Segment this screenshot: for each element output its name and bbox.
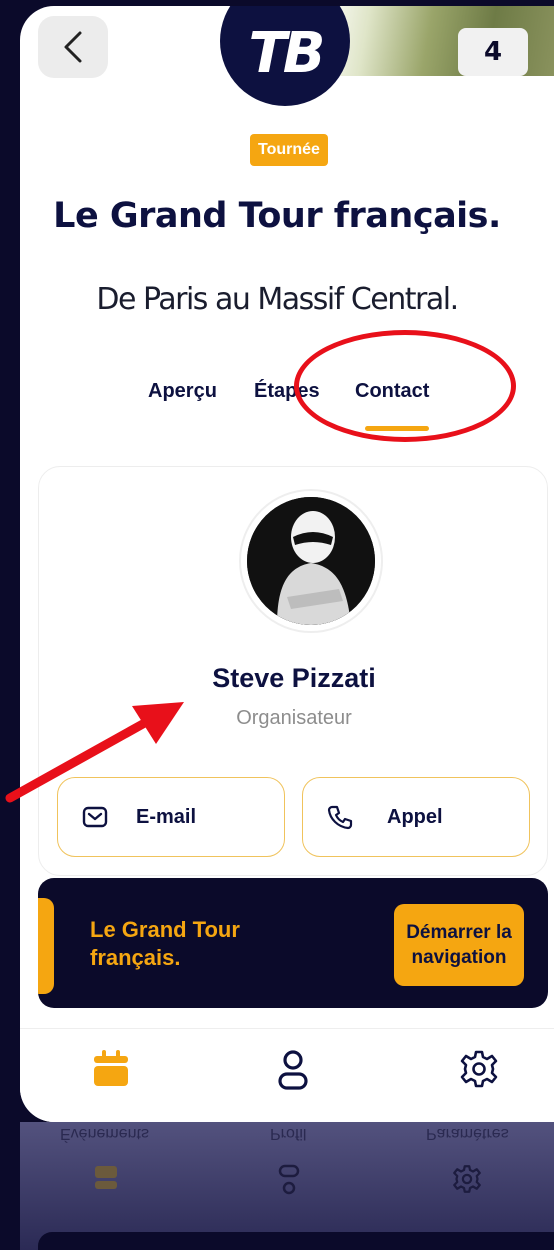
tabbar-item-events[interactable]: Événements <box>36 1049 186 1122</box>
reflection-label-settings: Paramètres <box>426 1125 509 1142</box>
banner-event-title: Le Grand Tour français. <box>90 917 240 970</box>
brand-logo: TB <box>220 6 350 106</box>
calendar-icon <box>94 1050 128 1086</box>
contact-card: Steve Pizzati Organisateur E-mail Appel <box>38 466 548 876</box>
reflection-label-profile: Profil <box>270 1125 307 1142</box>
app-screen: 4 TB Tournée Le Grand Tour français. De … <box>20 6 554 1122</box>
email-button[interactable]: E-mail <box>57 777 285 857</box>
event-tabs: Aperçu Étapes Contact <box>20 380 534 440</box>
call-button-label: Appel <box>387 805 443 828</box>
event-subtitle: De Paris au Massif Central. <box>96 282 459 317</box>
reflected-gear-icon <box>453 1165 481 1193</box>
reflected-calendar-icon <box>95 1166 117 1189</box>
tabbar-item-profile[interactable]: Profil <box>218 1049 368 1122</box>
count-badge: 4 <box>458 28 528 76</box>
phone-icon <box>327 805 353 830</box>
tabbar-item-settings[interactable]: Paramètres <box>404 1049 554 1122</box>
reflected-user-icon <box>278 1164 300 1195</box>
back-button[interactable] <box>38 16 108 78</box>
contact-role: Organisateur <box>236 707 352 729</box>
start-navigation-button[interactable]: Démarrer la navigation <box>394 904 524 986</box>
reflection-label-events: Événements <box>60 1125 149 1142</box>
tab-contact[interactable]: Contact <box>355 380 429 403</box>
email-button-label: E-mail <box>136 805 197 828</box>
screen-reflection: Événements Profil Paramètres <box>20 1122 554 1250</box>
active-tab-indicator <box>365 426 429 431</box>
reflection-banner-edge <box>38 1232 554 1250</box>
logo-text: TB <box>248 20 326 86</box>
chevron-left-icon <box>64 31 82 63</box>
banner-accent <box>38 898 54 994</box>
navigation-banner: Le Grand Tour français. Démarrer la navi… <box>38 878 548 1008</box>
bottom-tab-bar: Événements Profil Paramètres <box>20 1028 554 1122</box>
avatar-photo <box>247 497 375 625</box>
event-category-tag: Tournée <box>250 134 328 166</box>
user-icon <box>278 1050 308 1090</box>
avatar <box>239 489 383 633</box>
contact-name: Steve Pizzati <box>212 663 376 693</box>
event-title: Le Grand Tour français. <box>53 196 501 236</box>
tab-apercu[interactable]: Aperçu <box>148 380 217 403</box>
mail-icon <box>82 806 108 828</box>
tab-etapes[interactable]: Étapes <box>254 380 320 403</box>
call-button[interactable]: Appel <box>302 777 530 857</box>
gear-icon <box>460 1050 498 1088</box>
